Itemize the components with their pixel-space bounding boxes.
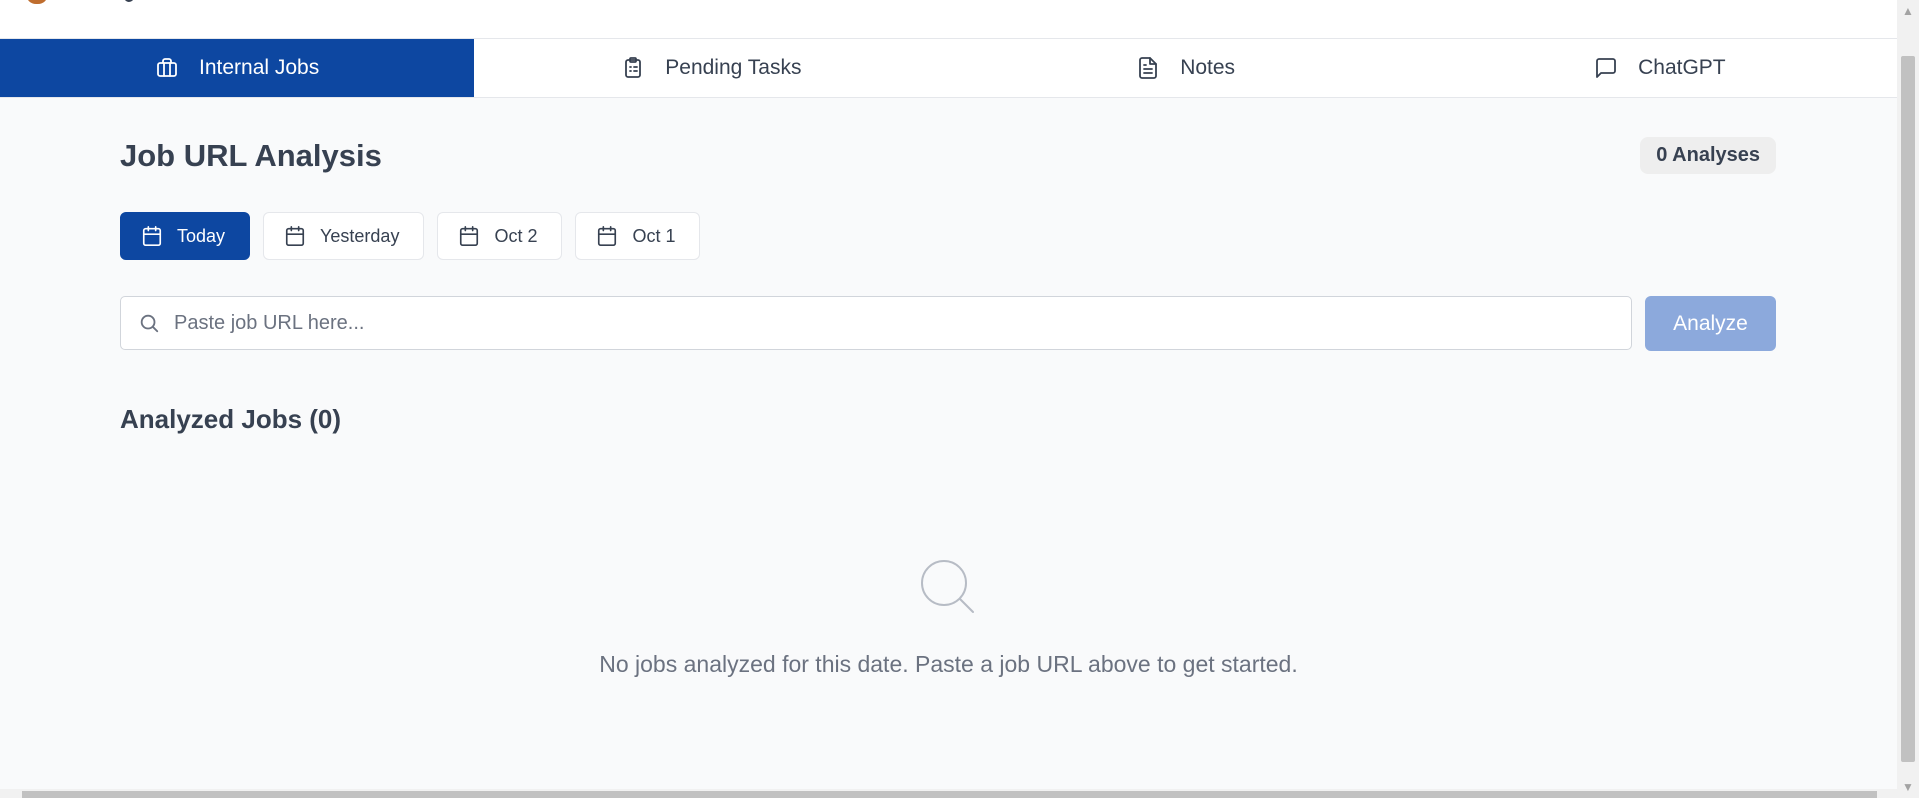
app-window: Internal Jobs Pending Tasks Notes ChatGP… <box>0 0 1919 798</box>
vertical-scroll-thumb[interactable] <box>1901 56 1915 762</box>
date-filter-oct-2[interactable]: Oct 2 <box>437 212 563 260</box>
calendar-icon <box>460 226 479 246</box>
tab-internal-jobs[interactable]: Internal Jobs <box>0 39 475 97</box>
clipboard-icon <box>621 56 645 80</box>
scroll-up-arrow-icon[interactable]: ▲ <box>1897 0 1919 22</box>
tab-label: Internal Jobs <box>199 56 320 79</box>
empty-state-search-icon <box>915 554 981 620</box>
date-filter-label: Oct 1 <box>632 225 676 246</box>
horizontal-scroll-thumb[interactable] <box>22 791 1877 798</box>
search-icon <box>140 314 159 333</box>
calendar-icon <box>285 226 305 246</box>
date-filter-yesterday[interactable]: Yesterday <box>263 212 425 260</box>
briefcase-icon <box>155 56 179 80</box>
date-filter-label: Today <box>177 225 226 246</box>
job-url-input[interactable] <box>174 297 1631 349</box>
tab-chatgpt[interactable]: ChatGPT <box>1423 39 1897 97</box>
page-title: Job URL Analysis <box>120 138 382 173</box>
tab-label: Notes <box>1180 56 1236 79</box>
date-filter-label: Yesterday <box>320 225 400 246</box>
calendar-icon <box>142 226 162 246</box>
tab-label: Pending Tasks <box>665 56 802 79</box>
scroll-down-arrow-icon[interactable]: ▼ <box>1897 776 1919 798</box>
date-filter-oct-1[interactable]: Oct 1 <box>575 212 701 260</box>
document-icon <box>1136 56 1160 80</box>
calendar-icon <box>598 226 617 246</box>
main-content: Job URL Analysis 0 Analyses Today Yester… <box>0 98 1897 793</box>
main-tab-bar: Internal Jobs Pending Tasks Notes ChatGP… <box>0 39 1897 98</box>
job-url-search-box <box>120 296 1632 350</box>
analyses-count-badge: 0 Analyses <box>1640 137 1776 174</box>
app-logo <box>26 0 48 4</box>
tab-pending-tasks[interactable]: Pending Tasks <box>474 39 948 97</box>
empty-state-message: No jobs analyzed for this date. Paste a … <box>599 651 1298 677</box>
chat-bubble-icon <box>1594 56 1618 80</box>
date-filter-group: Today Yesterday Oct 2 Oct 1 <box>120 212 701 260</box>
horizontal-scrollbar[interactable] <box>0 789 1897 798</box>
tab-notes[interactable]: Notes <box>949 39 1423 97</box>
date-filter-label: Oct 2 <box>494 225 538 246</box>
analyze-button[interactable]: Analyze <box>1645 296 1776 351</box>
vertical-scrollbar[interactable]: ▲ ▼ <box>1897 0 1919 798</box>
top-header <box>0 0 1897 39</box>
app-logo-text-fragment <box>124 0 134 2</box>
tab-label: ChatGPT <box>1638 56 1726 79</box>
analyzed-jobs-heading: Analyzed Jobs (0) <box>120 404 342 434</box>
date-filter-today[interactable]: Today <box>120 212 251 260</box>
